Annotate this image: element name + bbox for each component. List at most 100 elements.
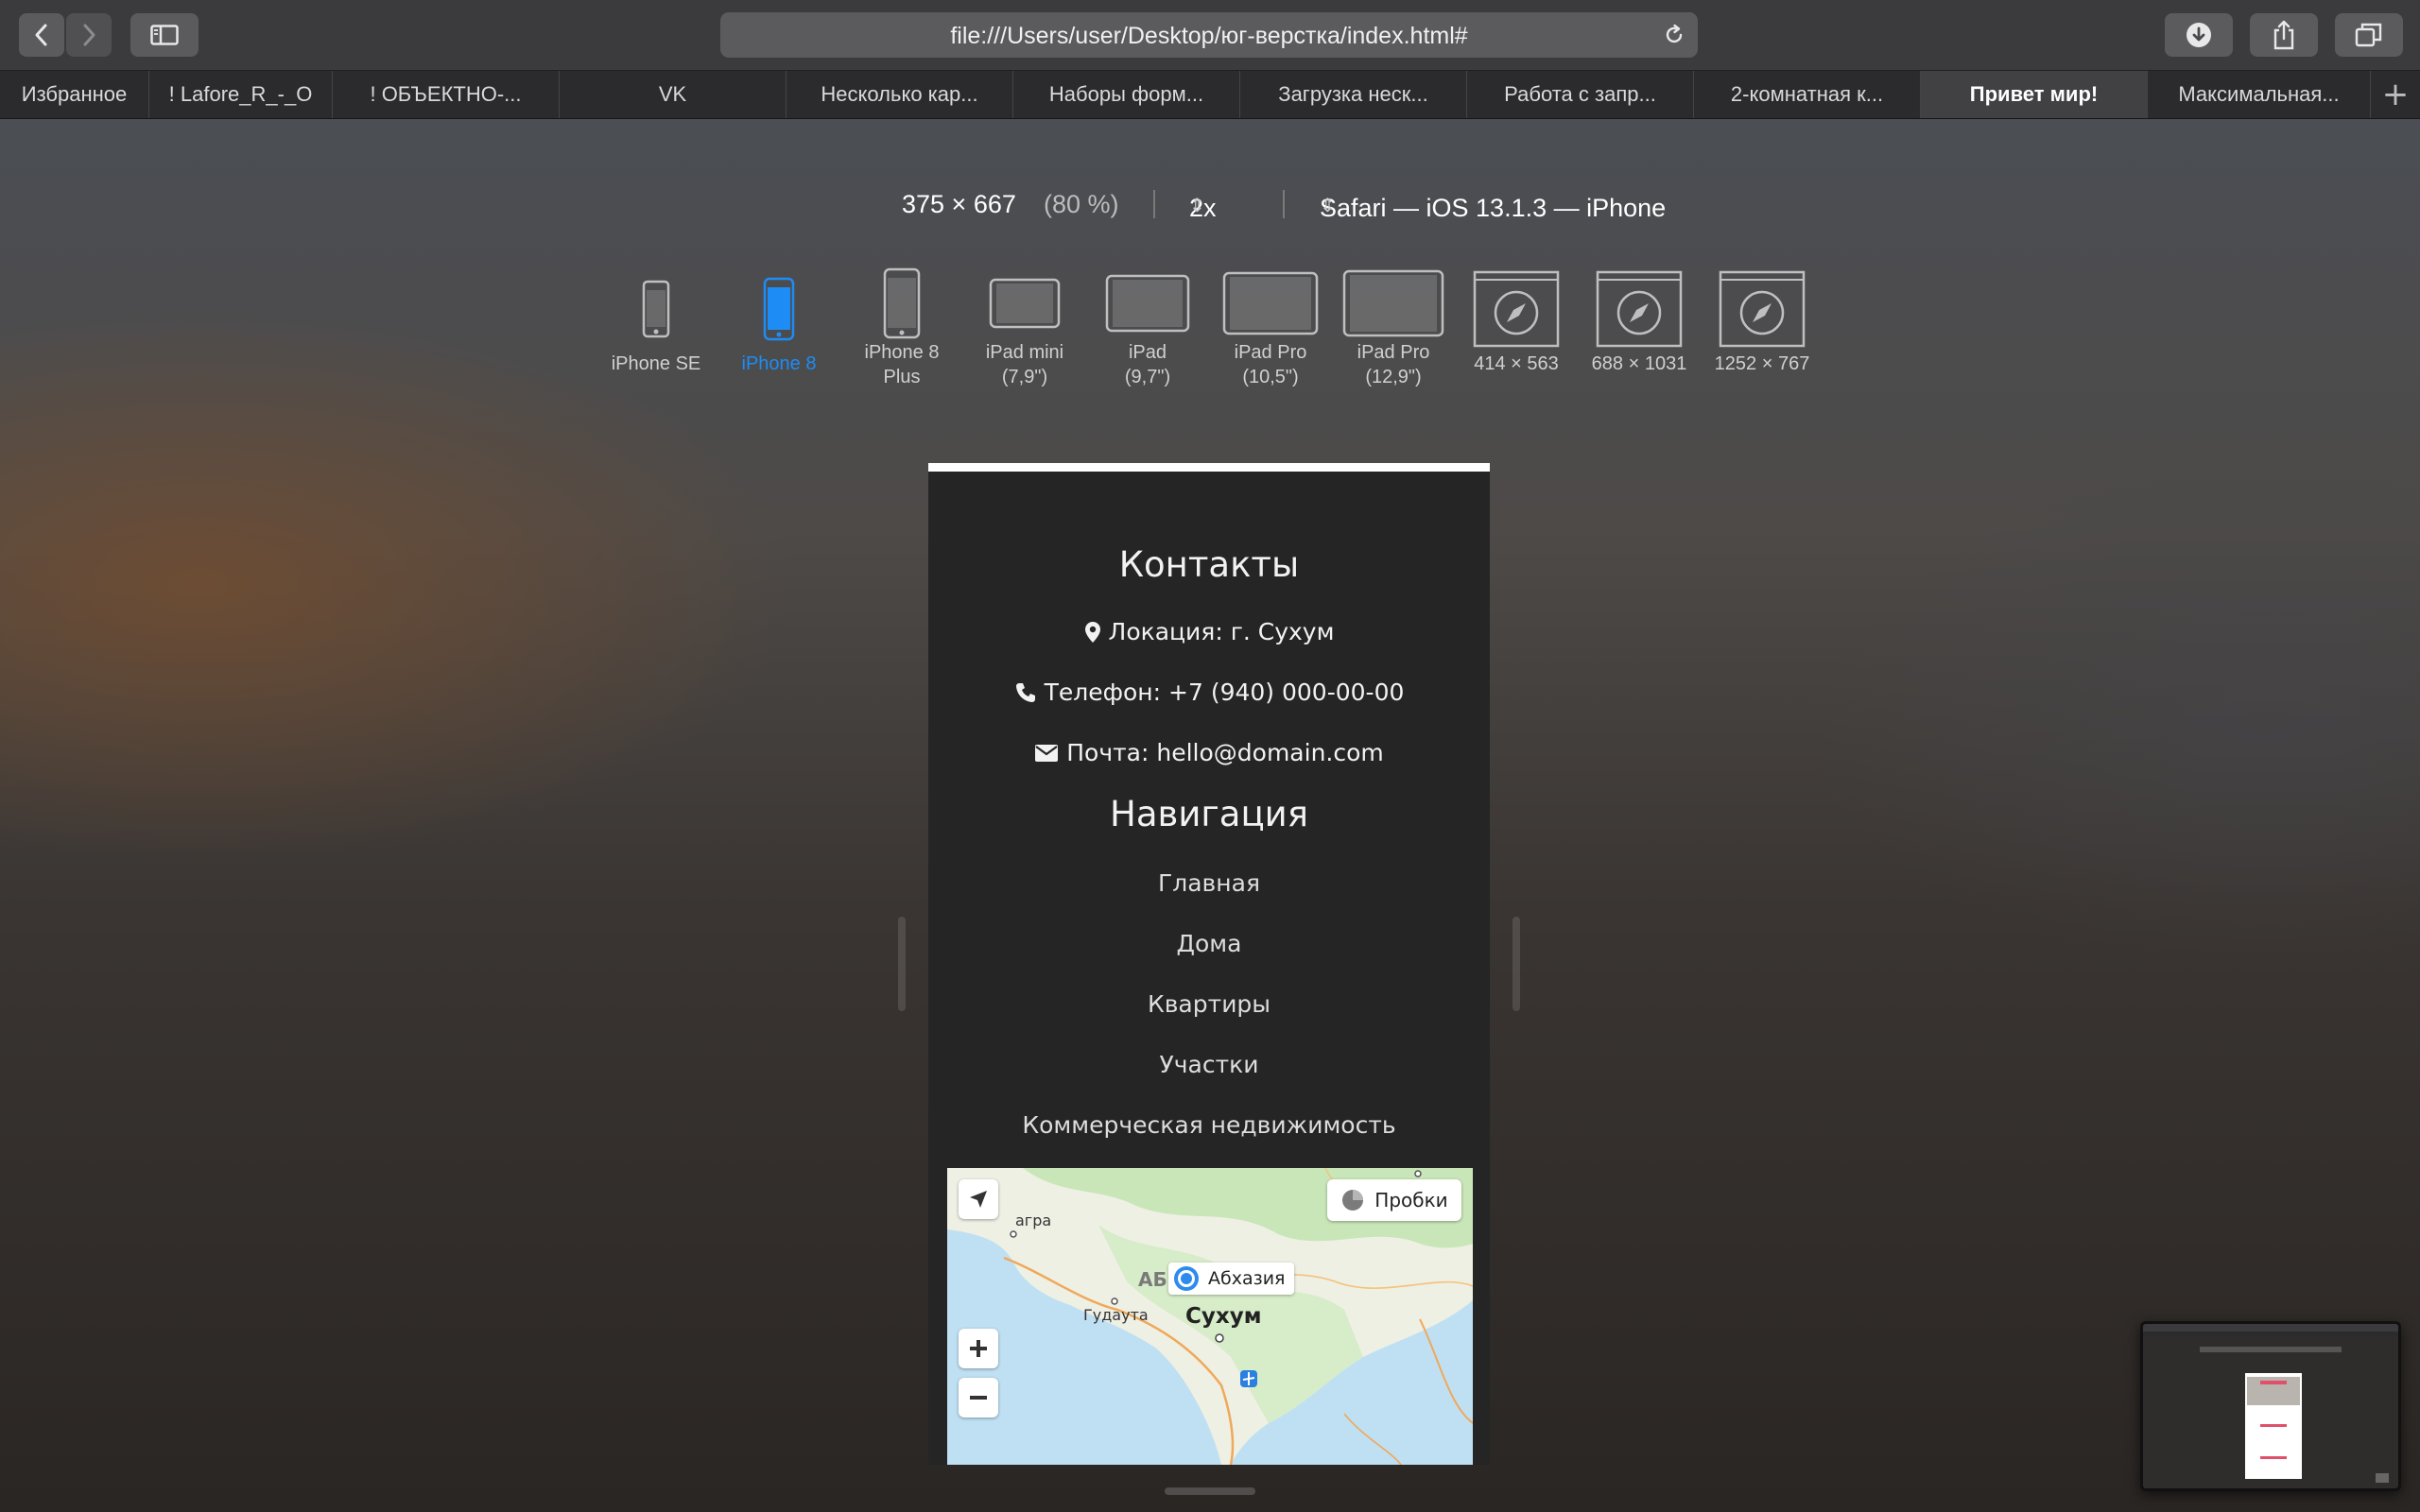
navigation-arrow-icon xyxy=(970,1191,987,1208)
device-ipad-mini[interactable]: iPad mini (7,9") xyxy=(968,266,1081,389)
responsive-info-bar: 375 × 667 (80 %) 2x ⇕ Safari — iOS 13.1.… xyxy=(0,186,2420,224)
yandex-map[interactable]: агра АБ Гудаута Сухум Абхазия Пробки xyxy=(947,1168,1473,1465)
thumbnail-preview xyxy=(2143,1324,2398,1488)
tab-upload[interactable]: Загрузка неск... xyxy=(1240,71,1467,118)
forward-button[interactable] xyxy=(66,13,112,57)
contact-email: Почта: hello@domain.com xyxy=(928,739,1490,766)
chevron-right-icon xyxy=(83,24,95,46)
downloads-button[interactable] xyxy=(2165,13,2233,57)
contact-phone: Телефон: +7 (940) 000-00-00 xyxy=(928,679,1490,706)
tablet-icon xyxy=(1342,269,1444,337)
contacts-heading: Контакты xyxy=(1118,544,1300,585)
reload-icon[interactable] xyxy=(1662,23,1686,47)
map-label-region-faded: АБ xyxy=(1138,1268,1167,1291)
device-label: iPhone SE xyxy=(611,353,701,374)
tab-oop[interactable]: ! ОБЪЕКТНО-... xyxy=(333,71,560,118)
updown-icon: ⇕ xyxy=(1320,196,1336,216)
nav-link-houses[interactable]: Дома xyxy=(928,930,1490,957)
new-tab-button[interactable]: + xyxy=(2371,71,2420,118)
map-label-gagra: агра xyxy=(1015,1211,1052,1229)
address-bar[interactable]: file:///Users/user/Desktop/юг-верстка/in… xyxy=(720,12,1698,58)
device-iphone-8[interactable]: iPhone 8 xyxy=(722,266,836,376)
zoom-out-button[interactable] xyxy=(959,1378,998,1418)
tab-requests[interactable]: Работа с запр... xyxy=(1467,71,1694,118)
device-label-sub: (12,9") xyxy=(1365,367,1422,387)
chevron-left-icon xyxy=(35,24,47,46)
resize-handle-right[interactable] xyxy=(1512,917,1520,1011)
device-label: 414 × 563 xyxy=(1474,353,1559,374)
tab-2room[interactable]: 2-комнатная к... xyxy=(1694,71,1921,118)
tab-label: Избранное xyxy=(21,82,128,106)
device-1252x767[interactable]: 1252 × 767 xyxy=(1705,266,1819,376)
tab-label: VK xyxy=(658,82,687,106)
download-icon xyxy=(2187,23,2211,47)
nav-link-apartments[interactable]: Квартиры xyxy=(928,990,1490,1018)
device-iphone-8-plus[interactable]: iPhone 8 Plus xyxy=(845,266,959,389)
device-ipad[interactable]: iPad (9,7") xyxy=(1091,266,1204,389)
nav-link-commercial[interactable]: Коммерческая недвижимость xyxy=(928,1111,1490,1139)
viewport-top-border xyxy=(928,463,1490,472)
email-text[interactable]: Почта: hello@domain.com xyxy=(1066,739,1384,766)
phone-text[interactable]: Телефон: +7 (940) 000-00-00 xyxy=(1045,679,1405,706)
divider xyxy=(1153,190,1155,218)
placemark-label: Абхазия xyxy=(1208,1268,1286,1289)
zoom-in-button[interactable] xyxy=(959,1329,998,1368)
tab-maximal[interactable]: Максимальная... xyxy=(2148,71,2371,118)
device-414x563[interactable]: 414 × 563 xyxy=(1460,266,1573,376)
map-placemark[interactable]: Абхазия xyxy=(1168,1263,1295,1295)
window-thumbnail[interactable] xyxy=(2140,1321,2401,1491)
tab-favorites[interactable]: Избранное xyxy=(0,71,149,118)
device-label: iPhone 8 xyxy=(864,342,940,363)
device-ipad-pro-10-5[interactable]: iPad Pro (10,5") xyxy=(1214,266,1327,389)
tablet-icon xyxy=(1222,271,1319,335)
device-label: iPad Pro xyxy=(1357,342,1430,363)
safari-window-icon xyxy=(1473,270,1560,348)
nav-link-home[interactable]: Главная xyxy=(928,869,1490,897)
tab-label: Загрузка неск... xyxy=(1278,82,1428,106)
tab-hello-world[interactable]: Привет мир! xyxy=(1921,71,2148,118)
traffic-light-icon xyxy=(1342,1190,1364,1211)
browser-toolbar: file:///Users/user/Desktop/юг-верстка/in… xyxy=(0,0,2420,71)
resize-handle-left[interactable] xyxy=(898,917,906,1011)
tab-several-cards[interactable]: Несколько кар... xyxy=(786,71,1013,118)
tab-form-sets[interactable]: Наборы форм... xyxy=(1013,71,1240,118)
tab-lafore[interactable]: ! Lafore_R_-_O xyxy=(149,71,333,118)
back-button[interactable] xyxy=(19,13,64,57)
device-ipad-pro-12-9[interactable]: iPad Pro (12,9") xyxy=(1337,266,1450,389)
share-icon xyxy=(2273,20,2294,50)
sidebar-toggle-button[interactable] xyxy=(130,13,199,57)
device-label-sub: (10,5") xyxy=(1242,367,1299,387)
device-label: iPad Pro xyxy=(1234,342,1307,363)
divider xyxy=(1283,190,1285,218)
device-label-sub: Plus xyxy=(883,367,921,387)
tab-label: Максимальная... xyxy=(2178,82,2340,106)
device-label: iPad xyxy=(1128,342,1167,363)
resize-handle-bottom[interactable] xyxy=(1165,1487,1255,1495)
tabs-overview-button[interactable] xyxy=(2335,13,2403,57)
phone-handset-icon xyxy=(1015,682,1035,702)
map-label-gudauta: Гудаута xyxy=(1083,1306,1149,1324)
nav-link-plots[interactable]: Участки xyxy=(928,1051,1490,1078)
traffic-button[interactable]: Пробки xyxy=(1327,1179,1461,1221)
share-button[interactable] xyxy=(2250,13,2318,57)
tab-label: ! ОБЪЕКТНО-... xyxy=(370,82,522,106)
zoom-level: (80 %) xyxy=(1044,190,1119,218)
device-label-sub: (9,7") xyxy=(1124,367,1171,387)
location-pin-icon xyxy=(1174,1266,1199,1291)
plus-icon: + xyxy=(2381,76,2410,113)
tab-vk[interactable]: VK xyxy=(560,71,786,118)
tab-bar: Избранное ! Lafore_R_-_O ! ОБЪЕКТНО-... … xyxy=(0,71,2420,119)
location-text: Локация: г. Сухум xyxy=(1108,618,1335,645)
geolocation-button[interactable] xyxy=(959,1179,998,1219)
envelope-icon xyxy=(1035,744,1059,762)
tab-label: Привет мир! xyxy=(1969,82,2099,106)
device-iphone-se[interactable]: iPhone SE xyxy=(599,266,713,376)
viewport-size: 375 × 667 xyxy=(902,190,1016,218)
device-688x1031[interactable]: 688 × 1031 xyxy=(1582,266,1696,376)
device-presets: iPhone SE iPhone 8 iPhone 8 Plus iPad mi… xyxy=(0,266,2420,408)
url-text: file:///Users/user/Desktop/юг-верстка/in… xyxy=(950,23,1468,49)
tablet-icon xyxy=(1105,274,1190,333)
navigation-heading: Навигация xyxy=(1110,794,1308,834)
device-label: iPad mini xyxy=(985,342,1064,363)
safari-window-icon xyxy=(1596,270,1683,348)
